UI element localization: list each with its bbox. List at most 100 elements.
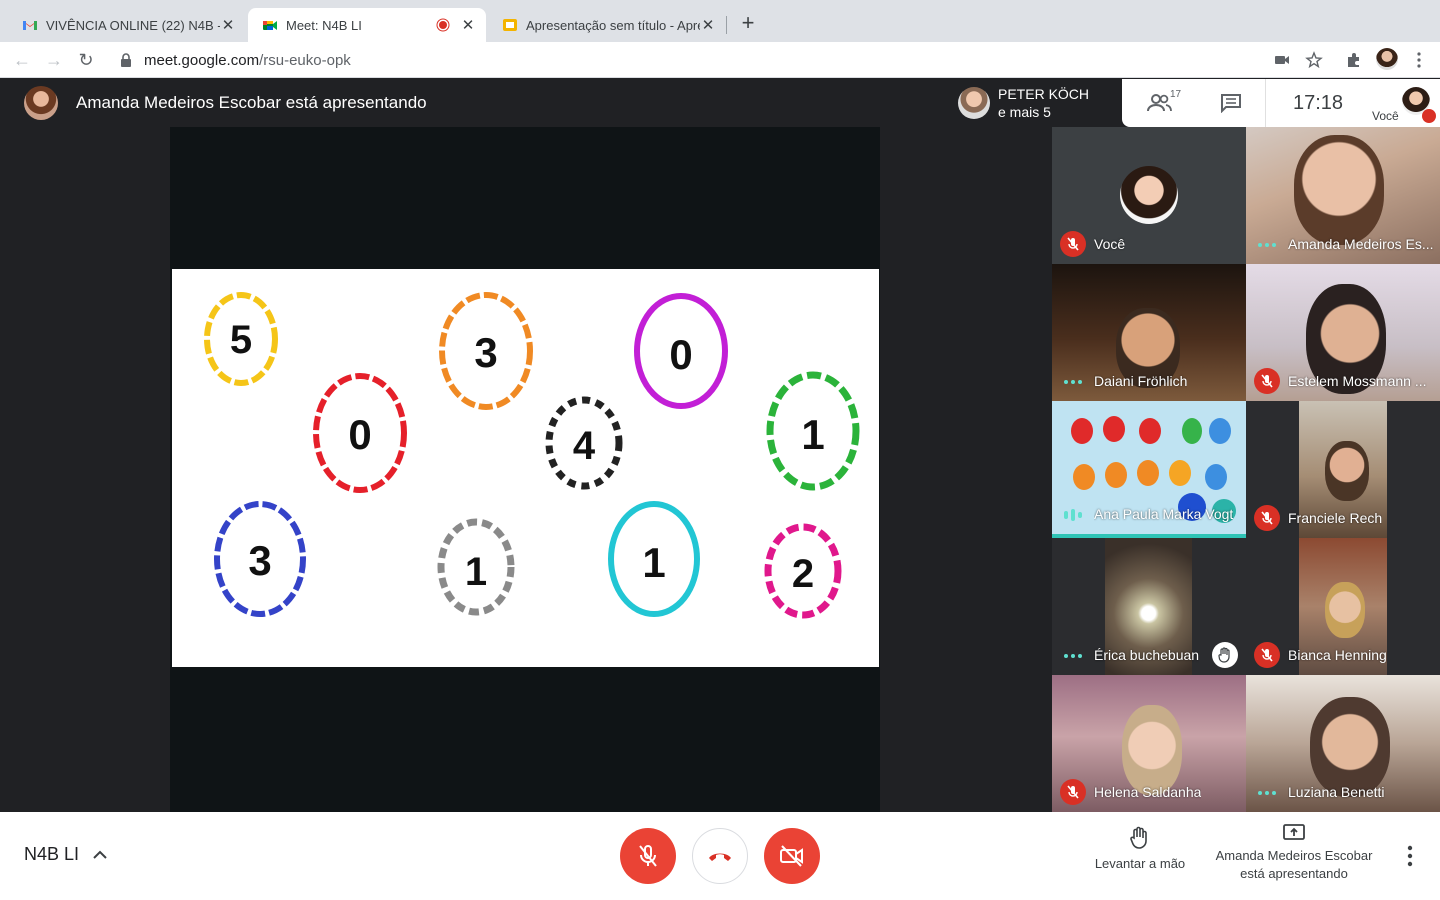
camera-toggle-button[interactable] [764,828,820,884]
meeting-name: N4B LI [24,844,80,864]
self-mic-off-icon [1422,109,1436,123]
video-feed [1294,135,1384,245]
present-screen-icon [1283,824,1305,840]
viewer-avatar [958,87,990,119]
camera-blocked-icon[interactable] [1273,51,1291,69]
participant-name: Bianca Henning [1288,647,1387,663]
egg-number: 0 [669,331,692,378]
participant-name: Luziana Benetti [1288,784,1385,800]
tab-meet[interactable]: Meet: N4B LI ✕ [248,8,486,42]
raised-hand-icon [1212,642,1238,668]
participant-tile[interactable]: Helena Saldanha [1052,675,1246,812]
participant-tile[interactable]: Daiani Fröhlich [1052,264,1246,401]
viewer-chip[interactable]: PETER KÖCH e mais 5 [950,79,1122,127]
participant-name: Daiani Fröhlich [1094,373,1188,389]
chat-button[interactable] [1197,79,1265,127]
tab-slides[interactable]: Apresentação sem título - Apre ✕ [488,8,726,42]
viewer-name: PETER KÖCH [998,86,1090,102]
clock-text: 17:18 [1292,91,1344,114]
tab-title: Meet: N4B LI [286,17,362,33]
raise-hand-label: Levantar a mão [1094,856,1186,871]
participant-name: Ana Paula Marka Vogt [1094,506,1234,522]
egg-5: 5 [204,292,278,386]
egg-number: 1 [642,539,665,586]
egg-number: 1 [801,411,824,458]
address-bar[interactable]: meet.google.com/rsu-euko-opk [110,46,1340,74]
meeting-header-panel: 17 17:18 Você [1122,79,1440,127]
forward-arrow-icon[interactable]: → [44,50,64,70]
presenter-banner: Amanda Medeiros Escobar está apresentand… [76,93,427,112]
egg-number: 0 [348,411,371,458]
browser-tab-bar: VIVÊNCIA ONLINE (22) N4B - f ✕ Meet: N4B… [0,0,1440,42]
egg-1-gray: 1 [437,518,515,616]
profile-avatar[interactable] [1376,48,1398,70]
presentation-status-button[interactable]: Amanda Medeiros Escobar está apresentand… [1206,824,1382,883]
participant-tile[interactable]: Érica buchebuan [1052,538,1246,675]
bookmark-star-icon[interactable] [1305,51,1323,69]
lock-icon [121,53,131,67]
slides-icon [503,19,517,31]
egg-number: 3 [248,537,271,584]
meeting-details-button[interactable]: N4B LI [24,844,107,865]
url-path: /rsu-euko-opk [259,51,351,69]
egg-0-purple: 0 [634,293,728,409]
browser-toolbar: ← → ↻ meet.google.com/rsu-euko-opk [0,42,1440,78]
mic-off-icon [1254,642,1280,668]
clock: 17:18 [1266,79,1370,127]
participant-tile[interactable]: Estelem Mossmann ... [1246,264,1440,401]
self-view-chip[interactable]: Você [1370,79,1440,127]
participant-tile[interactable]: Luziana Benetti [1246,675,1440,812]
participant-tile[interactable]: Você [1052,127,1246,264]
egg-0-red: 0 [313,373,407,493]
viewer-more: e mais 5 [998,104,1051,120]
shared-slide: 5 3 0 0 4 1 3 1 1 2 [172,269,879,667]
hang-up-icon [709,853,731,861]
mic-off-icon [1254,505,1280,531]
participant-tile[interactable]: Ana Paula Marka Vogt [1052,401,1246,538]
extensions-icon[interactable] [1345,51,1363,69]
mic-toggle-button[interactable] [620,828,676,884]
camera-off-icon [780,845,803,867]
tab-title: Apresentação sem título - Apre [526,17,700,33]
more-options-icon[interactable] [1400,844,1420,868]
leave-call-button[interactable] [692,828,748,884]
chat-icon [1221,94,1241,113]
participant-tile[interactable]: Amanda Medeiros Es... [1246,127,1440,264]
audio-dots-icon [1064,378,1082,386]
back-arrow-icon[interactable]: ← [12,50,32,70]
close-tab-icon[interactable]: ✕ [460,16,476,34]
meet-app: Amanda Medeiros Escobar está apresentand… [0,79,1440,900]
video-feed [1122,705,1182,795]
mic-off-icon [1060,231,1086,257]
close-tab-icon[interactable]: ✕ [220,16,236,34]
avatar [1120,166,1178,224]
participant-name: Érica buchebuan [1094,647,1200,663]
participant-name: Você [1094,236,1126,252]
participants-count: 17 [1170,89,1182,100]
audio-dots-icon [1258,789,1276,797]
url-host: meet.google.com [144,51,260,69]
egg-3-orange: 3 [439,292,533,410]
audio-dots-icon [1258,241,1276,249]
meeting-controls-bar: N4B LI Levantar a mão Amanda Medeiros Es… [0,812,1440,900]
reload-icon[interactable]: ↻ [76,50,96,70]
egg-number: 3 [474,329,497,376]
tab-separator [726,16,727,34]
browser-menu-icon[interactable] [1410,51,1428,69]
presenting-line1: Amanda Medeiros Escobar [1215,848,1373,863]
egg-number: 5 [230,318,252,362]
tab-gmail[interactable]: VIVÊNCIA ONLINE (22) N4B - f ✕ [8,8,246,42]
presenting-line2: está apresentando [1240,866,1348,881]
raise-hand-button[interactable]: Levantar a mão [1085,826,1195,873]
egg-number: 2 [792,552,814,596]
egg-1-cyan: 1 [608,501,700,617]
participants-button[interactable]: 17 [1122,79,1197,127]
mic-off-icon [1254,368,1280,394]
participant-tile[interactable]: Franciele Rech [1246,401,1440,538]
participant-tile[interactable]: Bianca Henning [1246,538,1440,675]
egg-number: 4 [573,424,596,468]
egg-number: 1 [465,550,487,594]
audio-speaking-icon [1064,509,1082,521]
new-tab-button[interactable]: + [737,12,759,34]
close-tab-icon[interactable]: ✕ [700,16,716,34]
